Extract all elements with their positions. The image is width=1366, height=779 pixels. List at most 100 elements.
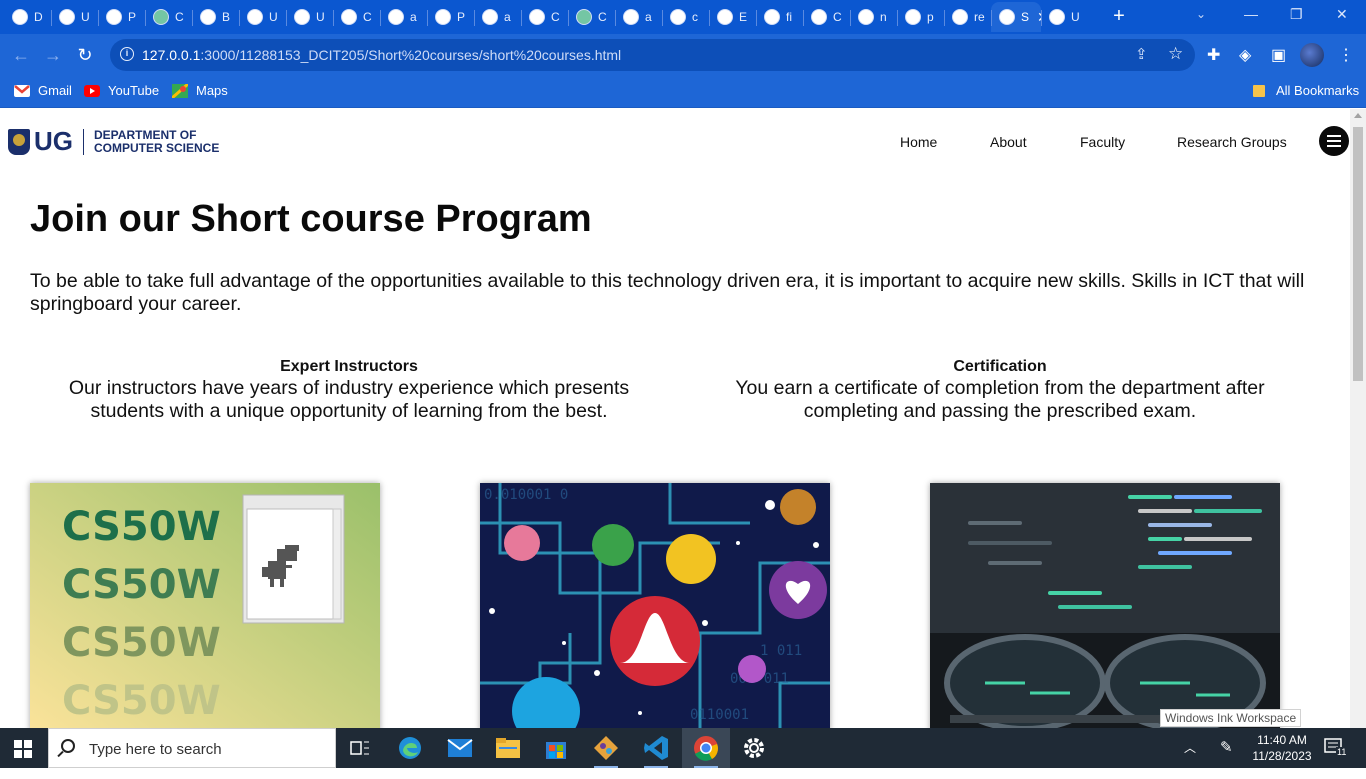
code-glasses-image (930, 483, 1280, 728)
tab-label: U (316, 10, 325, 24)
browser-tab[interactable]: a (474, 2, 521, 32)
browser-tab[interactable]: n (850, 2, 897, 32)
browser-tab[interactable]: C (145, 2, 192, 32)
nav-faculty[interactable]: Faculty (1080, 134, 1125, 150)
tab-label: E (739, 10, 748, 24)
cs50w-line-3: CS50W (62, 620, 221, 666)
file-explorer-icon[interactable] (484, 728, 532, 768)
browser-tab[interactable]: U (1041, 2, 1088, 32)
browser-tab[interactable]: c (662, 2, 709, 32)
scroll-up-icon[interactable] (1354, 113, 1362, 118)
page-title: Join our Short course Program (30, 198, 592, 240)
extensions-icon[interactable]: ✚ (1207, 45, 1220, 65)
profile-avatar[interactable] (1300, 43, 1324, 67)
feature-text-line: You earn a certificate of completion fro… (735, 377, 1265, 399)
tab-label: U (81, 10, 90, 24)
bookmark-star-icon[interactable]: ☆ (1168, 44, 1183, 64)
browser-tab[interactable]: a (380, 2, 427, 32)
site-info-icon[interactable]: i (120, 47, 134, 61)
nav-research-groups[interactable]: Research Groups (1177, 134, 1287, 150)
browser-tab[interactable]: P (98, 2, 145, 32)
clock-date: 11/28/2023 (1252, 749, 1312, 763)
side-panel-icon[interactable]: ▣ (1271, 45, 1286, 65)
reload-icon[interactable]: ↻ (74, 44, 96, 66)
browser-tab[interactable]: fi (756, 2, 803, 32)
tab-active[interactable]: S✕ (991, 2, 1041, 32)
browser-tab[interactable]: p (897, 2, 944, 32)
mail-icon[interactable] (436, 728, 484, 768)
tab-label: a (504, 10, 511, 24)
bookmark-gmail[interactable]: Gmail (14, 83, 72, 98)
git-icon[interactable] (582, 728, 630, 768)
bookmark-youtube[interactable]: YouTube (84, 83, 159, 98)
browser-tab[interactable]: U (51, 2, 98, 32)
chrome-icon[interactable] (682, 728, 730, 768)
browser-tab[interactable]: C (521, 2, 568, 32)
feature-expert-instructors: Expert Instructors Our instructors have … (40, 357, 658, 423)
restore-icon[interactable]: ❐ (1290, 6, 1303, 23)
scroll-thumb[interactable] (1353, 127, 1363, 381)
hamburger-menu-icon[interactable] (1319, 126, 1349, 156)
test-tubes-icon (592, 524, 634, 566)
browser-tab[interactable]: U (286, 2, 333, 32)
logo-department-text: DEPARTMENT OF COMPUTER SCIENCE (94, 127, 220, 155)
browser-tab[interactable]: U (239, 2, 286, 32)
settings-gear-icon[interactable] (730, 728, 778, 768)
github-icon (388, 9, 404, 25)
tab-label: C (551, 10, 560, 24)
browser-tab[interactable]: C (568, 2, 615, 32)
page-scrollbar[interactable] (1350, 109, 1366, 728)
windows-taskbar: Type here to search ︿ ✎ 11:40 AM 11/28/2… (0, 728, 1366, 768)
dna-helix-icon (780, 489, 816, 525)
course-card-coding[interactable] (930, 483, 1280, 728)
browser-tab[interactable]: re (944, 2, 991, 32)
tab-label: U (269, 10, 278, 24)
browser-toolbar: ← → ↻ i 127.0.0.1:3000/11288153_DCIT205/… (0, 34, 1366, 76)
new-tab-button[interactable]: + (1108, 5, 1130, 27)
crest-icon (294, 9, 310, 25)
task-view-icon[interactable] (336, 728, 384, 768)
browser-tab[interactable]: P (427, 2, 474, 32)
browser-tab[interactable]: E (709, 2, 756, 32)
microsoft-store-icon[interactable] (532, 728, 580, 768)
taskbar-search-box[interactable]: Type here to search (48, 728, 336, 768)
ink-workspace-tooltip: Windows Ink Workspace (1160, 709, 1302, 727)
cs50w-image: CS50W CS50W CS50W CS50W (30, 483, 380, 728)
notifications-icon[interactable]: 11 (1324, 737, 1348, 777)
show-hidden-icons-icon[interactable]: ︿ (1184, 739, 1196, 779)
browser-tab-strip: D U P C B U U Ca Pa C Ca c Efi Cn p re S✕ U + ⌄ — ❐ ✕ (0, 0, 1366, 34)
close-window-icon[interactable]: ✕ (1336, 6, 1348, 23)
url-text[interactable]: 127.0.0.1:3000/11288153_DCIT205/Short%20… (142, 47, 621, 63)
tab-label: P (128, 10, 137, 24)
vscode-icon[interactable] (632, 728, 680, 768)
feature-heading: Certification (953, 358, 1047, 375)
browser-tab[interactable]: C (803, 2, 850, 32)
browser-tab[interactable]: a (615, 2, 662, 32)
tab-label: S (1021, 10, 1030, 24)
all-bookmarks-button[interactable]: All Bookmarks (1252, 83, 1359, 98)
edge-icon[interactable] (386, 728, 434, 768)
back-icon[interactable]: ← (10, 44, 32, 66)
forward-icon[interactable]: → (42, 44, 64, 66)
windows-ink-icon[interactable]: ✎ (1220, 738, 1233, 778)
windows-start-icon[interactable] (14, 740, 32, 758)
ug-logo[interactable]: UG DEPARTMENT OF COMPUTER SCIENCE (8, 126, 219, 157)
browser-tab[interactable]: B (192, 2, 239, 32)
menu-dots-icon[interactable]: ⋮ (1338, 45, 1354, 65)
share-icon[interactable]: ⇪ (1135, 45, 1148, 63)
search-icon (61, 739, 75, 753)
bookmark-maps[interactable]: Maps (171, 82, 228, 99)
tab-search-icon[interactable]: ⌄ (1196, 7, 1206, 21)
nav-home[interactable]: Home (900, 134, 937, 150)
docs-icon (12, 9, 28, 25)
address-bar[interactable]: i 127.0.0.1:3000/11288153_DCIT205/Short%… (110, 39, 1195, 71)
course-card-cs50w[interactable]: CS50W CS50W CS50W CS50W (30, 483, 380, 728)
taskbar-clock[interactable]: 11:40 AM 11/28/2023 (1252, 732, 1312, 764)
nav-about[interactable]: About (990, 134, 1027, 150)
browser-tab[interactable]: C (333, 2, 380, 32)
extension-shield-icon[interactable]: ◈ (1239, 45, 1251, 65)
minimize-icon[interactable]: — (1244, 6, 1258, 22)
browser-tab[interactable]: D (4, 2, 51, 32)
course-card-health-data[interactable]: 0.010001 0 1 011 001 011 0110001 (480, 483, 830, 728)
loading-icon (59, 9, 75, 25)
